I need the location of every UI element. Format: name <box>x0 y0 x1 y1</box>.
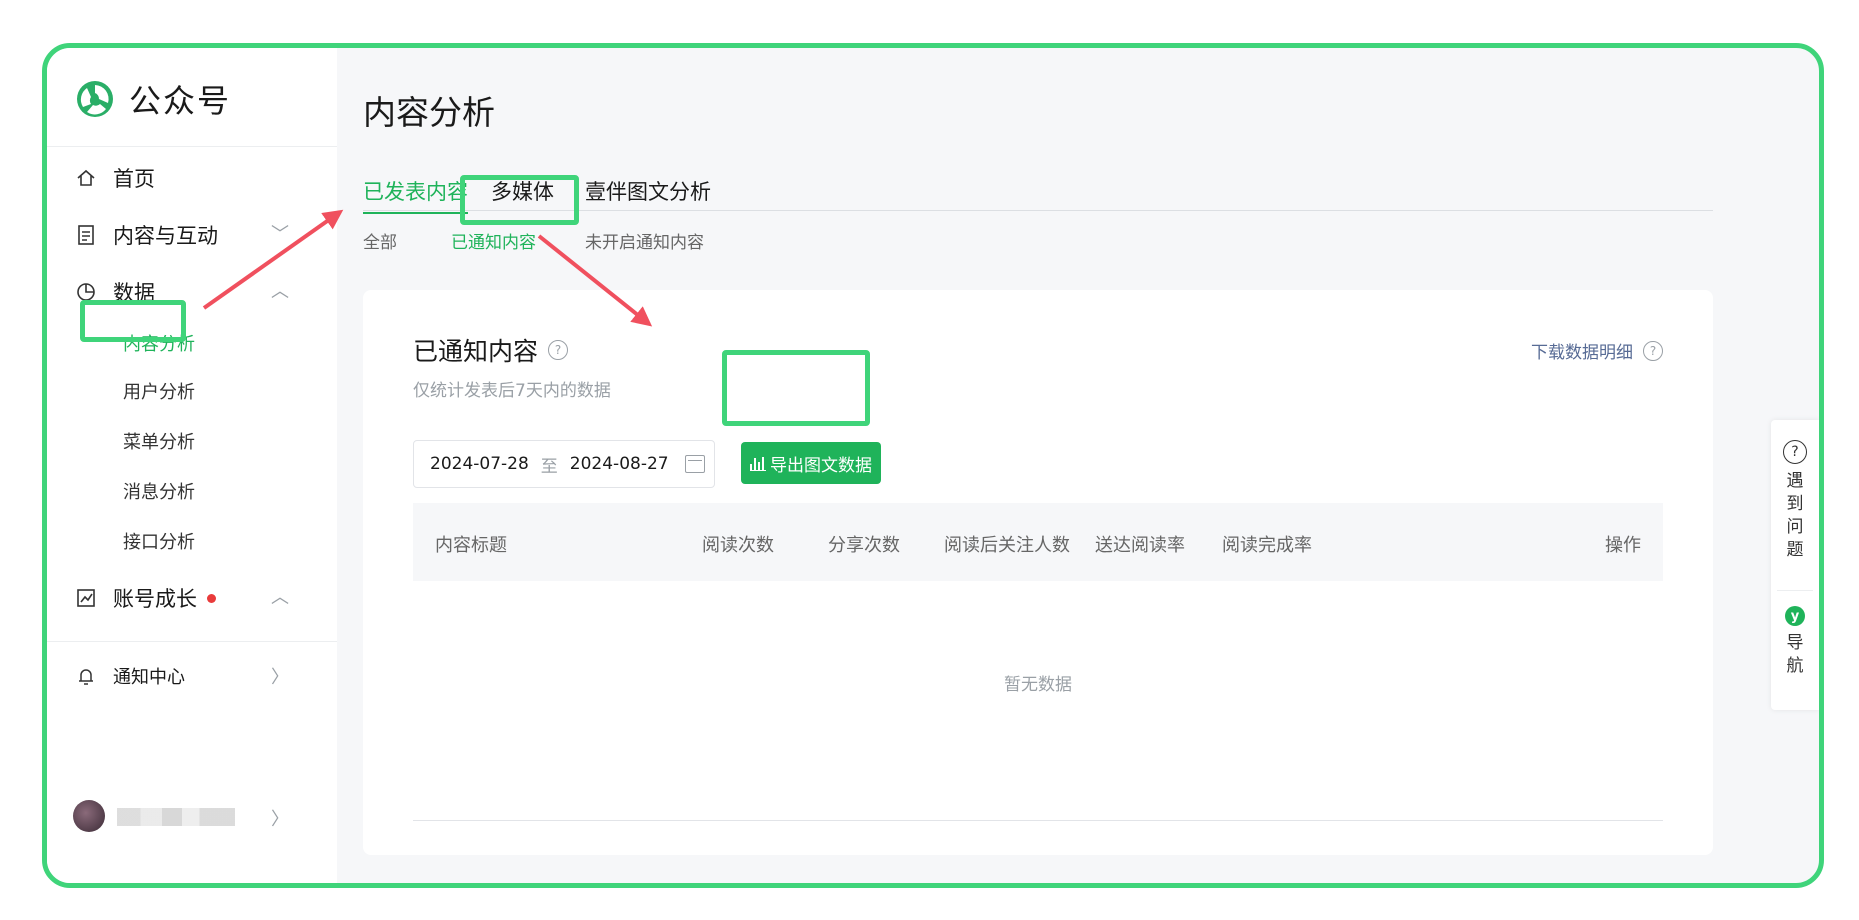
column-header: 送达阅读率 <box>1095 535 1185 556</box>
sidebar-item-label: 账号成长 <box>113 587 197 611</box>
screenshot-frame: 公众号 首页 内容与互动 ﹀ 数据 ︿ 内容分析 用户分析 菜单分析 消息分析 <box>42 43 1824 888</box>
sidebar-item-label: 内容与互动 <box>113 224 218 248</box>
sidebar-subitem-user-analysis[interactable]: 用户分析 <box>123 378 195 404</box>
notified-content-card: 已通知内容 ? 仅统计发表后7天内的数据 下载数据明细 ? 2024-07-28… <box>363 290 1713 855</box>
brand-logo[interactable]: 公众号 <box>75 76 231 122</box>
end-date[interactable]: 2024-08-27 <box>570 454 669 474</box>
download-label: 下载数据明细 <box>1531 343 1633 363</box>
sidebar-subitem-menu-analysis[interactable]: 菜单分析 <box>123 428 195 454</box>
column-header: 阅读次数 <box>702 535 774 556</box>
card-title: 已通知内容 ? <box>413 332 569 368</box>
calendar-icon[interactable] <box>684 455 705 473</box>
nav-text: 导航 <box>1786 633 1804 676</box>
sidebar-subitem-api-analysis[interactable]: 接口分析 <box>123 528 195 554</box>
question-icon: ? <box>1783 440 1807 464</box>
sidebar-item-data[interactable]: 数据 ︿ <box>75 277 289 307</box>
help-icon[interactable]: ? <box>548 340 569 360</box>
date-range-picker[interactable]: 2024-07-28 至 2024-08-27 <box>413 440 715 488</box>
subtab-all[interactable]: 全部 <box>363 228 397 253</box>
sidebar-item-notifications[interactable]: 通知中心 〉 <box>75 663 289 689</box>
brand-name: 公众号 <box>129 82 232 120</box>
pie-chart-icon <box>75 281 97 303</box>
column-header: 内容标题 <box>435 535 507 556</box>
bell-icon <box>75 665 97 687</box>
table-divider <box>413 820 1663 821</box>
notification-dot <box>207 593 216 603</box>
tab-bar: 已发表内容 多媒体 壹伴图文分析 <box>363 176 1713 214</box>
date-separator: 至 <box>540 456 558 477</box>
tab-yiban-analysis[interactable]: 壹伴图文分析 <box>585 176 711 212</box>
navigation-icon: y <box>1785 606 1805 626</box>
help-side-panel: ? 遇到问题 y 导航 <box>1771 420 1819 710</box>
document-icon <box>75 224 97 246</box>
start-date[interactable]: 2024-07-28 <box>430 454 529 474</box>
sidebar: 公众号 首页 内容与互动 ﹀ 数据 ︿ 内容分析 用户分析 菜单分析 消息分析 <box>47 48 337 883</box>
subtab-notified[interactable]: 已通知内容 <box>451 228 536 253</box>
bar-chart-icon <box>750 456 766 471</box>
chevron-up-icon[interactable]: ︿ <box>271 583 289 609</box>
user-profile-row[interactable]: 〉 <box>75 800 295 832</box>
subtab-not-notified[interactable]: 未开启通知内容 <box>585 228 704 253</box>
tab-published-content[interactable]: 已发表内容 <box>363 176 468 214</box>
sidebar-item-home[interactable]: 首页 <box>75 163 155 193</box>
tab-multimedia[interactable]: 多媒体 <box>491 176 554 212</box>
column-header: 分享次数 <box>828 535 900 556</box>
sidebar-divider <box>47 146 337 147</box>
card-subtitle: 仅统计发表后7天内的数据 <box>413 381 611 401</box>
panel-divider <box>1777 590 1813 591</box>
page-title: 内容分析 <box>363 93 495 132</box>
sidebar-item-label: 首页 <box>113 167 155 191</box>
export-label: 导出图文数据 <box>770 455 872 476</box>
wechat-official-account-logo-icon <box>77 81 113 117</box>
export-article-data-button[interactable]: 导出图文数据 <box>741 442 881 484</box>
trend-chart-icon <box>75 587 97 609</box>
sidebar-item-label: 通知中心 <box>113 667 185 688</box>
chevron-down-icon[interactable]: ﹀ <box>271 220 289 246</box>
card-title-text: 已通知内容 <box>413 337 539 366</box>
sidebar-subitem-message-analysis[interactable]: 消息分析 <box>123 478 195 504</box>
column-header: 操作 <box>1605 535 1641 556</box>
empty-state-text: 暂无数据 <box>1004 675 1072 695</box>
chevron-right-icon[interactable]: 〉 <box>271 805 289 831</box>
sidebar-divider <box>47 641 337 642</box>
main-content: 内容分析 已发表内容 多媒体 壹伴图文分析 全部 已通知内容 未开启通知内容 已… <box>337 48 1819 883</box>
sidebar-subitem-content-analysis[interactable]: 内容分析 <box>123 330 195 356</box>
help-icon[interactable]: ? <box>1643 340 1663 361</box>
home-icon <box>75 167 97 189</box>
sidebar-item-label: 数据 <box>113 281 155 305</box>
chevron-right-icon[interactable]: 〉 <box>271 663 289 689</box>
column-header: 阅读完成率 <box>1222 535 1312 556</box>
sidebar-item-content-interaction[interactable]: 内容与互动 ﹀ <box>75 220 289 250</box>
download-details-link[interactable]: 下载数据明细 ? <box>1531 338 1663 363</box>
sidebar-item-account-growth[interactable]: 账号成长 ︿ <box>75 583 289 613</box>
table-header: 内容标题 阅读次数 分享次数 阅读后关注人数 送达阅读率 阅读完成率 操作 <box>413 503 1663 581</box>
help-text: 遇到问题 <box>1786 471 1804 560</box>
column-header: 阅读后关注人数 <box>944 535 1070 556</box>
chevron-up-icon[interactable]: ︿ <box>271 277 289 303</box>
